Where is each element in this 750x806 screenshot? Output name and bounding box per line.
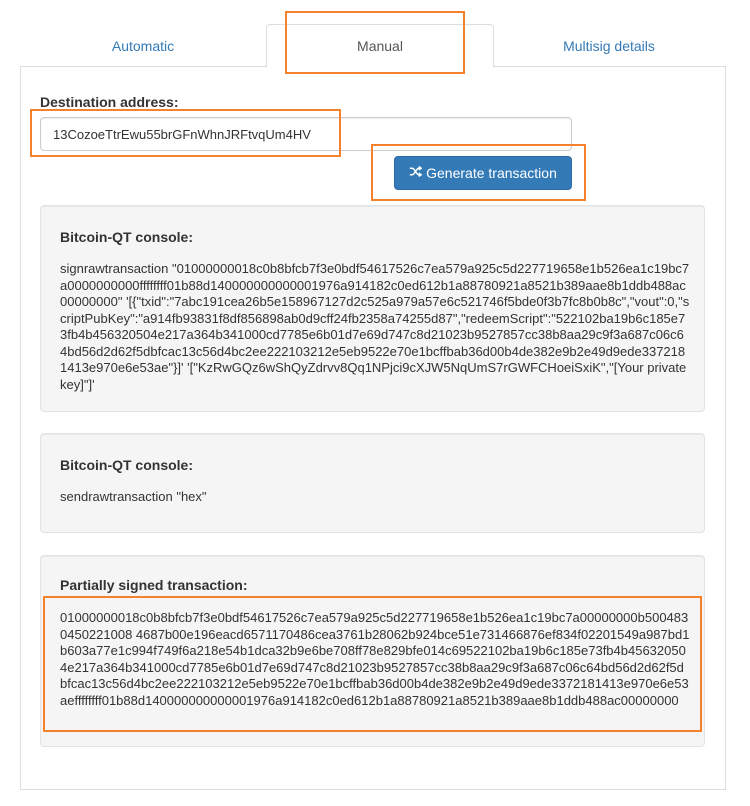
console-sign-command: signrawtransaction "01000000018c0b8bfcb7… <box>60 261 690 392</box>
generate-transaction-button[interactable]: Generate transaction <box>394 156 572 190</box>
console-send-box: Bitcoin-QT console: sendrawtransaction "… <box>40 433 705 533</box>
destination-address-label: Destination address: <box>40 94 179 110</box>
partial-transaction-hex: 01000000018c0b8bfcb7f3e0bdf54617526c7ea5… <box>60 610 690 708</box>
console-sign-title: Bitcoin-QT console: <box>60 229 193 245</box>
partial-transaction-title: Partially signed transaction: <box>60 577 248 593</box>
tab-multisig-details[interactable]: Multisig details <box>504 24 714 68</box>
console-sign-box: Bitcoin-QT console: signrawtransaction "… <box>40 205 705 412</box>
destination-address-input[interactable] <box>40 117 572 151</box>
tab-manual[interactable]: Manual <box>266 24 494 68</box>
console-send-title: Bitcoin-QT console: <box>60 457 193 473</box>
random-shuffle-icon <box>409 165 423 181</box>
tab-automatic[interactable]: Automatic <box>38 24 248 68</box>
generate-transaction-label: Generate transaction <box>426 165 557 181</box>
partial-transaction-box: Partially signed transaction: 0100000001… <box>40 555 705 747</box>
console-send-command: sendrawtransaction "hex" <box>60 489 207 504</box>
tab-bar: Automatic Manual Multisig details <box>20 24 726 68</box>
